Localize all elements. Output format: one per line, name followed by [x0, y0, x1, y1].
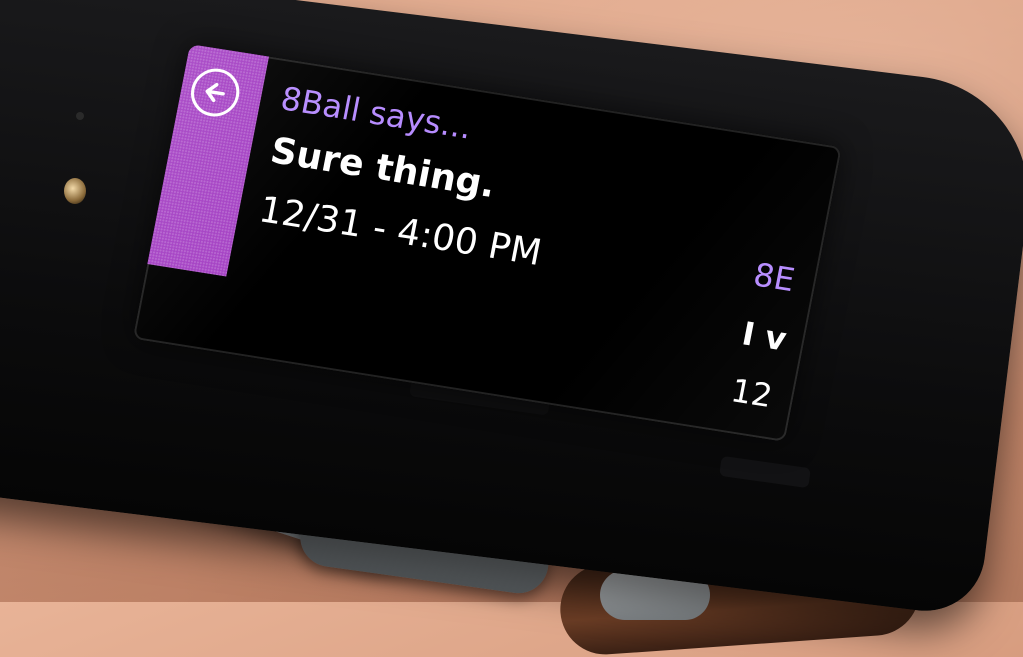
- peek-timestamp: 12: [727, 371, 776, 416]
- peek-sender: 8E: [750, 255, 798, 300]
- peek-message: I v: [739, 314, 790, 359]
- back-arrow-icon[interactable]: [186, 65, 244, 120]
- band-sensor-led: [64, 178, 86, 204]
- notification-timestamp: 12/31 - 4:00 PM: [255, 189, 545, 275]
- ambient-light-sensor: [76, 112, 84, 120]
